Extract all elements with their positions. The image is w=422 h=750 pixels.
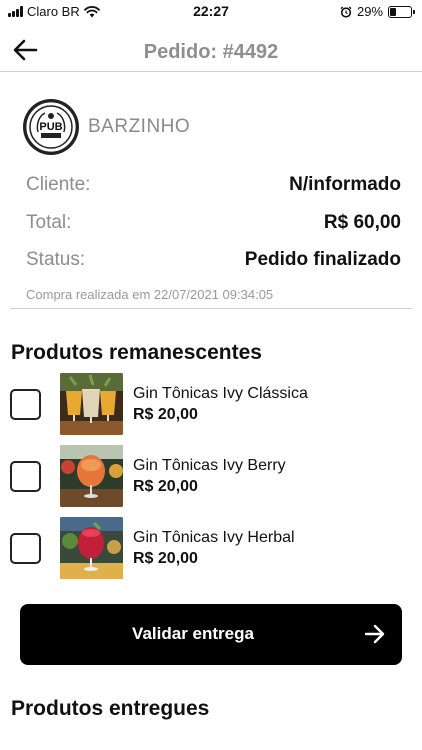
client-row: Cliente: N/informado (26, 172, 401, 198)
divider (10, 308, 412, 309)
product-price: R$ 20,00 (133, 478, 198, 495)
product-checkbox[interactable] (10, 461, 41, 492)
store-info: PUB BARZINHO (22, 98, 190, 156)
product-image (60, 445, 123, 507)
total-label: Total: (26, 212, 72, 233)
product-price: R$ 20,00 (133, 550, 198, 567)
client-label: Cliente: (26, 174, 91, 195)
product-item: Gin Tônicas Ivy Berry R$ 20,00 (10, 445, 410, 509)
total-value: R$ 60,00 (323, 212, 401, 233)
product-item: Gin Tônicas Ivy Clássica R$ 20,00 (10, 373, 410, 437)
store-name: BARZINHO (88, 116, 191, 137)
status-label: Status: (26, 249, 86, 270)
product-name: Gin Tônicas Ivy Clássica (133, 385, 308, 402)
page-title: Pedido: #4492 (143, 41, 279, 63)
battery-percent: 29% (356, 4, 383, 19)
status-value: Pedido finalizado (244, 249, 401, 270)
product-image (60, 517, 123, 579)
product-item: Gin Tônicas Ivy Herbal R$ 20,00 (10, 517, 410, 581)
total-row: Total: R$ 60,00 (26, 210, 401, 236)
status-bar: Claro BR 22:27 29% (0, 0, 422, 24)
remaining-products-title: Produtos remanescentes (11, 341, 262, 364)
validate-delivery-label: Validar entrega (132, 624, 254, 643)
delivered-products-title: Produtos entregues (11, 697, 210, 720)
client-value: N/informado (289, 174, 401, 195)
battery-icon (388, 5, 415, 18)
product-name: Gin Tônicas Ivy Berry (133, 457, 286, 474)
product-checkbox[interactable] (10, 533, 41, 564)
product-image (60, 373, 123, 435)
alarm-icon (340, 5, 352, 18)
product-checkbox[interactable] (10, 389, 41, 420)
store-logo: PUB (23, 99, 79, 155)
arrow-right-icon (364, 624, 385, 644)
product-price: R$ 20,00 (133, 406, 198, 423)
status-row: Status: Pedido finalizado (26, 247, 401, 273)
product-name: Gin Tônicas Ivy Herbal (133, 529, 295, 546)
validate-delivery-button[interactable]: Validar entrega (20, 604, 402, 665)
header: Pedido: #4492 (0, 26, 422, 72)
status-right: 29% (340, 4, 415, 19)
svg-text:PUB: PUB (39, 121, 62, 133)
battery-fill (390, 7, 396, 16)
purchase-date: Compra realizada em 22/07/2021 09:34:05 (26, 287, 274, 302)
